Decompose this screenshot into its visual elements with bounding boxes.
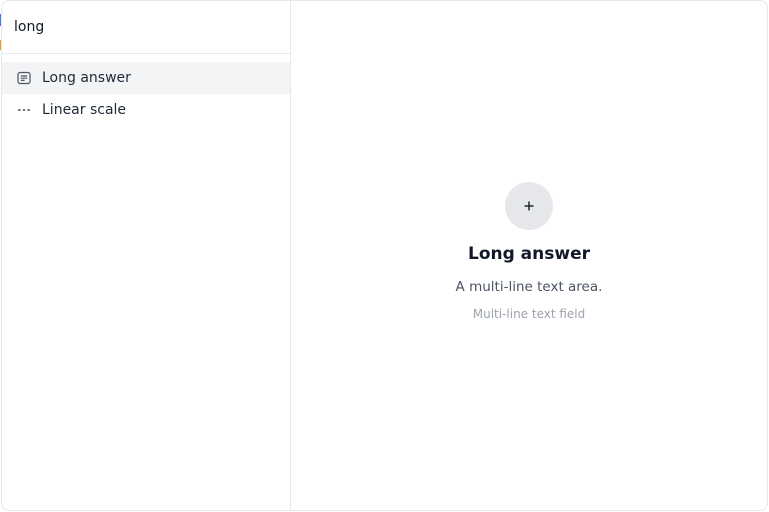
field-preview: Long answer A multi-line text area. Mult… bbox=[291, 182, 767, 321]
text-lines-icon bbox=[16, 70, 32, 86]
field-type-list-panel: Long answer Linear scale bbox=[2, 1, 291, 510]
result-label: Linear scale bbox=[42, 102, 127, 118]
preview-description: A multi-line text area. bbox=[455, 279, 603, 295]
preview-hint: Multi-line text field bbox=[472, 307, 586, 321]
result-item-linear-scale[interactable]: Linear scale bbox=[2, 94, 290, 126]
field-picker-dialog: Long answer Linear scale bbox=[1, 0, 768, 511]
result-label: Long answer bbox=[42, 70, 131, 86]
search-input[interactable] bbox=[14, 19, 264, 35]
result-item-long-answer[interactable]: Long answer bbox=[2, 62, 290, 94]
add-field-button[interactable] bbox=[505, 182, 553, 230]
dashed-line-icon bbox=[16, 102, 32, 118]
preview-panel: Long answer A multi-line text area. Mult… bbox=[291, 1, 767, 510]
search-row bbox=[2, 1, 290, 54]
result-list: Long answer Linear scale bbox=[2, 54, 290, 126]
preview-title: Long answer bbox=[467, 244, 590, 264]
plus-icon bbox=[523, 197, 535, 216]
